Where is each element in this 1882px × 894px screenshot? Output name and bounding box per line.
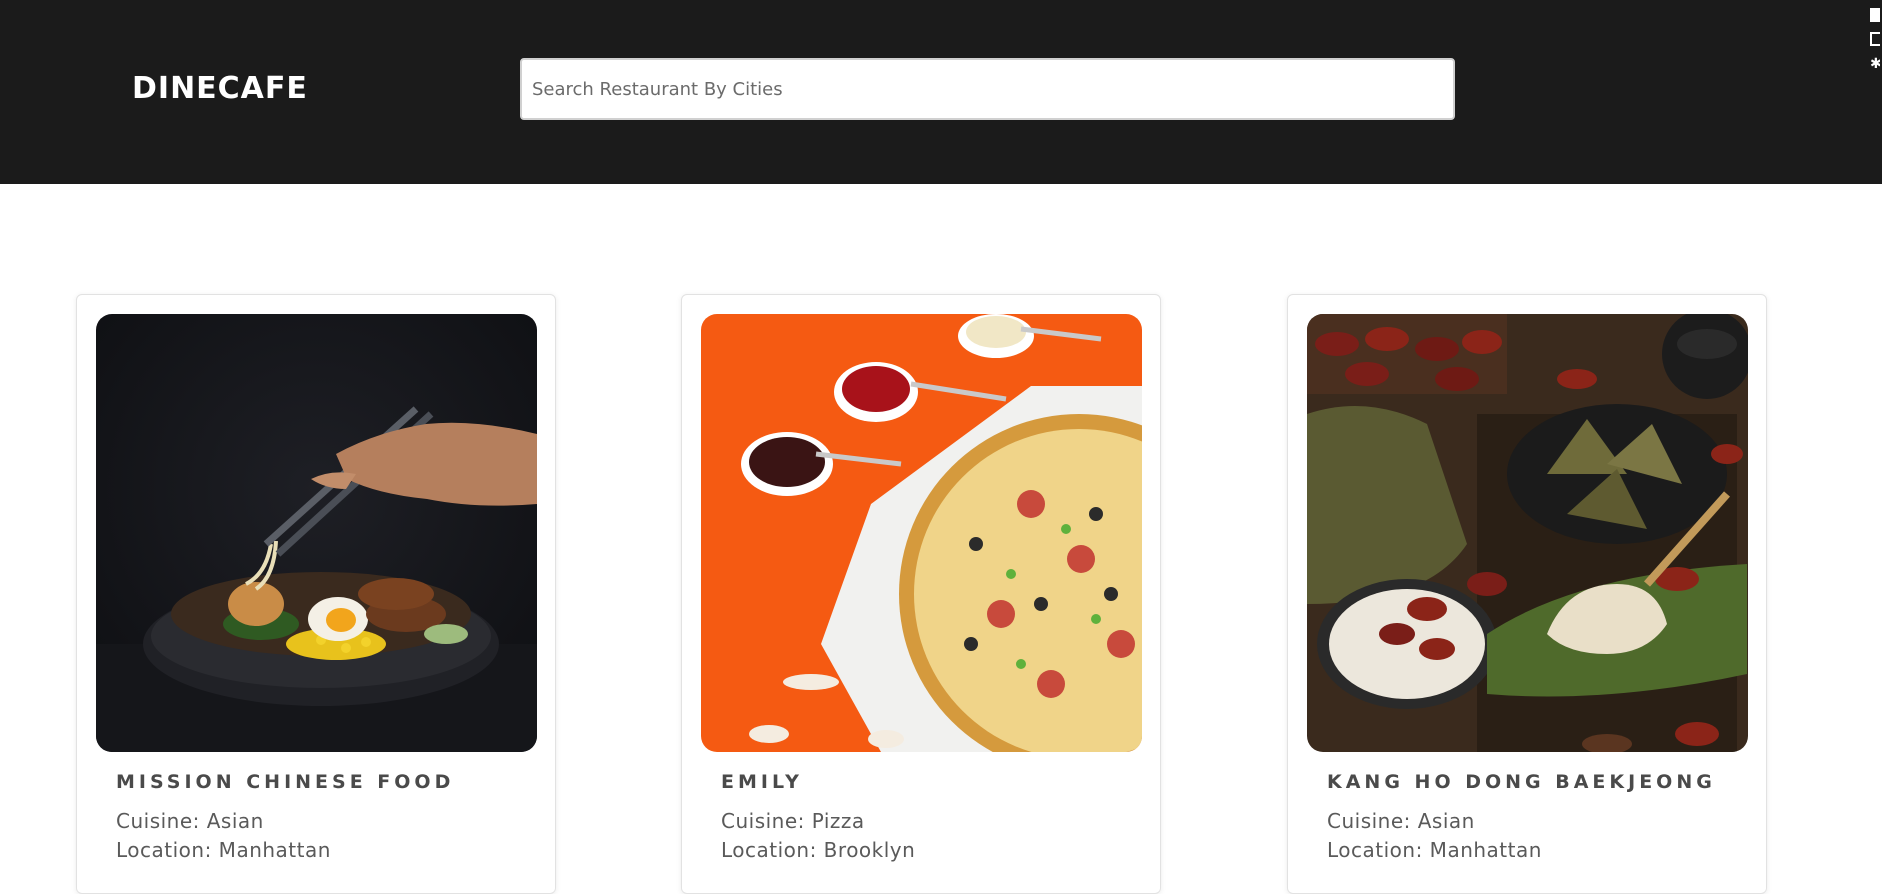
restaurant-location: Location: Manhattan [1327, 838, 1542, 862]
document-icon[interactable] [1870, 32, 1880, 46]
restaurant-name[interactable]: MISSION CHINESE FOOD [116, 771, 454, 793]
restaurant-name[interactable]: EMILY [721, 771, 803, 793]
brand-logo[interactable]: DINECAFE [132, 68, 308, 110]
restaurant-card[interactable]: KANG HO DONG BAEKJEONG Cuisine: Asian Lo… [1287, 294, 1767, 894]
restaurant-cuisine: Cuisine: Pizza [721, 809, 865, 833]
gear-icon[interactable]: ✱ [1870, 56, 1880, 70]
restaurant-location: Location: Brooklyn [721, 838, 916, 862]
ramen-bowl-image [96, 314, 537, 752]
edge-toolbar: ✱ [1870, 8, 1882, 80]
search-input[interactable] [520, 58, 1455, 120]
restaurant-cuisine: Cuisine: Asian [1327, 809, 1475, 833]
top-navbar: DINECAFE ✱ [0, 0, 1882, 184]
restaurant-name[interactable]: KANG HO DONG BAEKJEONG [1327, 771, 1716, 793]
restaurant-cuisine: Cuisine: Asian [116, 809, 264, 833]
restaurant-card[interactable]: MISSION CHINESE FOOD Cuisine: Asian Loca… [76, 294, 556, 894]
zongzi-image [1307, 314, 1748, 752]
restaurant-card[interactable]: EMILY Cuisine: Pizza Location: Brooklyn [681, 294, 1161, 894]
restaurant-location: Location: Manhattan [116, 838, 331, 862]
pizza-image [701, 314, 1142, 752]
square-icon[interactable] [1870, 8, 1880, 22]
